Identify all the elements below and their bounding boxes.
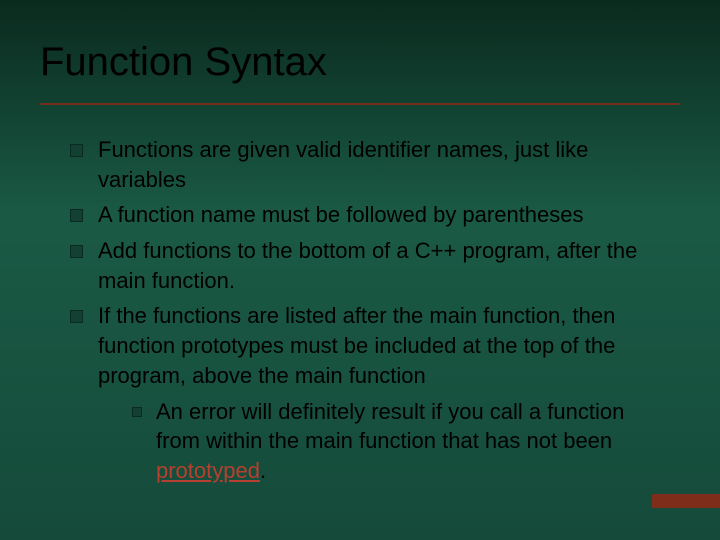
bullet-text: If the functions are listed after the ma… — [98, 303, 615, 387]
bullet-text: A function name must be followed by pare… — [98, 202, 584, 227]
slide-content: Functions are given valid identifier nam… — [70, 135, 665, 486]
bullet-list: Functions are given valid identifier nam… — [70, 135, 665, 486]
sub-bullet-prefix: An error will definitely result if you c… — [156, 399, 624, 454]
sub-bullet-suffix: . — [260, 458, 266, 483]
list-item: An error will definitely result if you c… — [132, 397, 665, 486]
bullet-text: Functions are given valid identifier nam… — [98, 137, 588, 192]
list-item: If the functions are listed after the ma… — [70, 301, 665, 485]
prototyped-link[interactable]: prototyped — [156, 458, 260, 483]
slide-title: Function Syntax — [0, 0, 720, 85]
list-item: Functions are given valid identifier nam… — [70, 135, 665, 194]
title-divider — [40, 103, 680, 105]
footer-accent — [652, 494, 720, 508]
list-item: A function name must be followed by pare… — [70, 200, 665, 230]
bullet-text: Add functions to the bottom of a C++ pro… — [98, 238, 637, 293]
list-item: Add functions to the bottom of a C++ pro… — [70, 236, 665, 295]
slide: Function Syntax Functions are given vali… — [0, 0, 720, 540]
sub-bullet-list: An error will definitely result if you c… — [132, 397, 665, 486]
